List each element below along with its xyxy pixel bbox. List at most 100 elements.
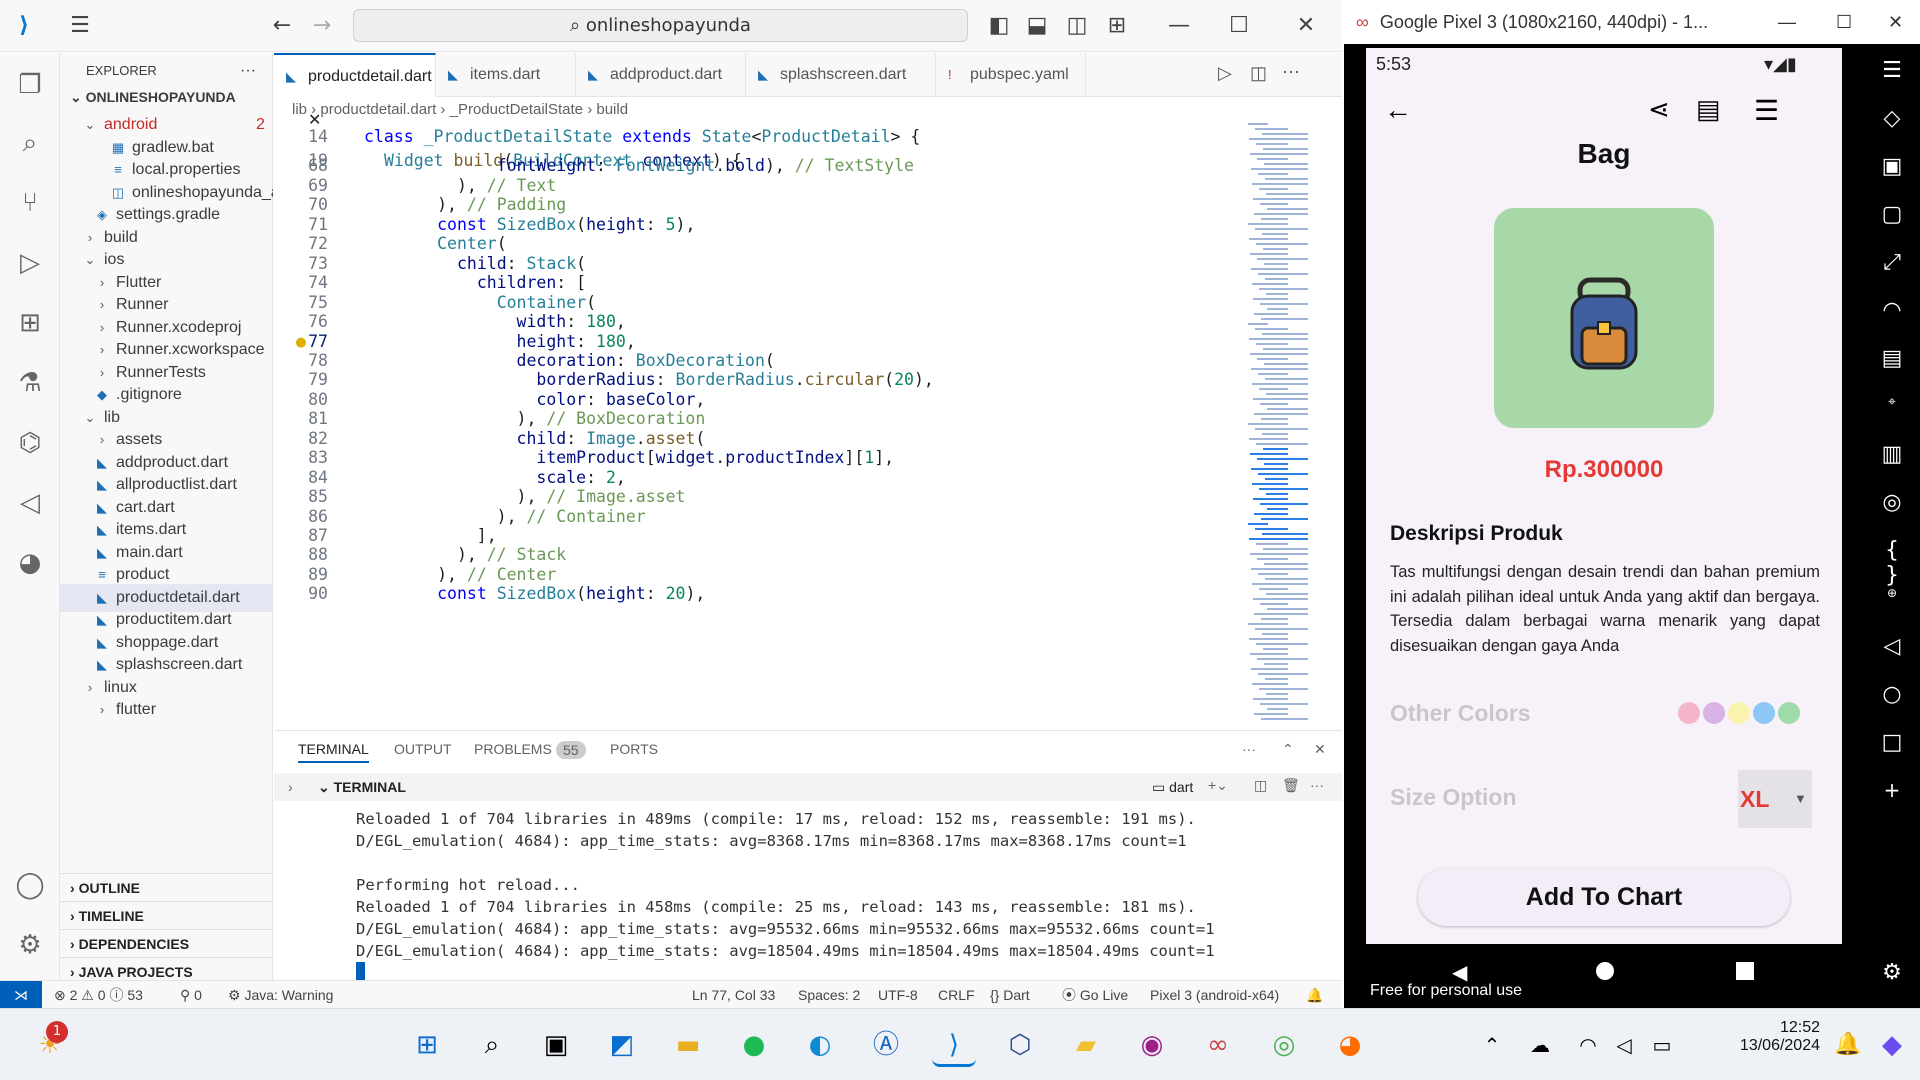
language-mode[interactable]: {} Dart (990, 981, 1030, 1009)
line-ending[interactable]: CRLF (938, 981, 975, 1009)
share-icon[interactable]: ⋖ (1648, 94, 1670, 125)
storage-icon[interactable]: ▤ (1878, 346, 1906, 371)
file-explorer-icon[interactable]: ▬ (666, 1023, 710, 1067)
code-editor[interactable]: 14 class _ProductDetailState extends Sta… (274, 123, 1234, 727)
python-icon[interactable]: ⌬ (10, 423, 50, 463)
panel-tab-ports[interactable]: PORTS (610, 741, 658, 757)
tab-addproduct[interactable]: ◣ addproduct.dart (576, 53, 746, 97)
code-icon[interactable]: { } (1878, 538, 1906, 588)
camera-icon[interactable]: ▣ (1878, 154, 1906, 179)
project-root[interactable]: ⌄ ONLINESHOPAYUNDA (70, 83, 283, 111)
tab-splashscreen[interactable]: ◣ splashscreen.dart (746, 53, 936, 97)
terminal-shell[interactable]: ▭ dart (1152, 779, 1193, 796)
expand-icon[interactable]: › (288, 779, 293, 795)
translator-icon[interactable]: Ⓐ (864, 1023, 908, 1067)
id-icon[interactable]: ▢ (1878, 202, 1906, 227)
edge-icon[interactable]: ◐ (798, 1023, 842, 1067)
forward-arrow-icon[interactable]: → (308, 12, 336, 40)
layout-icon[interactable]: ⊞ (1103, 12, 1131, 40)
new-terminal-icon[interactable]: +⌄ (1208, 777, 1228, 794)
color-swatch[interactable] (1728, 702, 1750, 724)
taskbar-clock[interactable]: 12:52 13/06/2024 (1700, 1019, 1820, 1055)
indentation[interactable]: Spaces: 2 (798, 981, 860, 1009)
encoding[interactable]: UTF-8 (878, 981, 918, 1009)
battery-icon[interactable]: ▭ (1640, 1023, 1684, 1067)
remote-icon[interactable]: ⋊ (0, 981, 42, 1009)
section-timeline[interactable]: › TIMELINE (60, 901, 273, 929)
menu-icon[interactable]: ☰ (66, 12, 94, 40)
chrome-icon[interactable]: ◎ (1262, 1023, 1306, 1067)
menu-icon[interactable]: ☰ (1878, 58, 1906, 83)
media-icon[interactable]: ▥ (1878, 442, 1906, 467)
tab-productdetail[interactable]: ◣ productdetail.dart ✕ (274, 53, 436, 129)
section-outline[interactable]: › OUTLINE (60, 873, 273, 901)
tab-pubspec[interactable]: ! pubspec.yaml (936, 53, 1086, 97)
terminal-output[interactable]: Reloaded 1 of 704 libraries in 489ms (co… (356, 808, 1215, 962)
recents-icon[interactable]: □ (1878, 730, 1906, 755)
color-swatch[interactable] (1703, 702, 1725, 724)
resize-icon[interactable]: ⤢ (1878, 250, 1906, 275)
open-gapps-icon[interactable]: ⊕ (1878, 586, 1906, 600)
cloud-icon[interactable]: ☁ (1518, 1023, 1562, 1067)
java-status[interactable]: ⚙ Java: Warning (228, 981, 333, 1009)
extensions-icon[interactable]: ⊞ (10, 303, 50, 343)
add-icon[interactable]: + (1878, 778, 1906, 802)
search-icon[interactable]: ⌕ (470, 1023, 514, 1067)
notifications-bell-icon[interactable]: 🔔 (1306, 981, 1323, 1009)
notes-icon[interactable]: ▰ (1064, 1023, 1108, 1067)
source-control-icon[interactable]: ⑂ (10, 183, 50, 223)
command-center-search[interactable]: ⌕ onlineshopayunda (353, 9, 968, 42)
nav-home-icon[interactable] (1596, 962, 1614, 980)
split-editor-icon[interactable]: ◫ (1250, 63, 1267, 84)
panel-tab-terminal[interactable]: TERMINAL (298, 741, 369, 763)
testing-icon[interactable]: ⚗ (10, 363, 50, 403)
panel-tab-output[interactable]: OUTPUT (394, 741, 452, 757)
tab-items[interactable]: ◣ items.dart (436, 53, 576, 97)
virtualbox-icon[interactable]: ⬡ (998, 1023, 1042, 1067)
genymotion-icon[interactable]: ∞ (1196, 1023, 1240, 1067)
split-terminal-icon[interactable]: ◫ (1254, 777, 1267, 794)
start-icon[interactable]: ⊞ (405, 1023, 449, 1067)
maximize-panel-icon[interactable]: ⌃ (1282, 741, 1294, 758)
maximize-icon[interactable]: ☐ (1836, 0, 1852, 44)
run-debug-icon[interactable]: ▷ (10, 243, 50, 283)
nav-recents-icon[interactable] (1736, 962, 1754, 980)
toggle-sidebar-icon[interactable]: ◧ (985, 12, 1013, 40)
explorer-icon[interactable]: ❐ (10, 65, 50, 105)
toggle-panel-icon[interactable]: ⬓ (1023, 12, 1051, 40)
gps-icon[interactable]: ⌖ (1878, 394, 1906, 410)
vscode-icon[interactable]: ⟩ (932, 1023, 976, 1067)
search-icon[interactable]: ⌕ (10, 123, 50, 163)
more-actions-icon[interactable]: ··· (1282, 61, 1300, 82)
app-icon[interactable]: ◉ (1130, 1023, 1174, 1067)
close-panel-icon[interactable]: ✕ (1314, 741, 1326, 758)
kill-terminal-icon[interactable]: 🗑 (1282, 777, 1300, 794)
back-arrow-icon[interactable]: ← (268, 12, 296, 40)
size-dropdown[interactable]: XL ▼ (1738, 770, 1812, 828)
minimap[interactable] (1240, 123, 1332, 727)
flutter-icon[interactable]: ◁ (10, 483, 50, 523)
toggle-secondary-sidebar-icon[interactable]: ◫ (1063, 12, 1091, 40)
copilot-icon[interactable]: ◆ (1870, 1023, 1914, 1067)
section-dependencies[interactable]: › DEPENDENCIES (60, 929, 273, 957)
go-live[interactable]: ⦿ Go Live (1062, 981, 1128, 1009)
tag-icon[interactable]: ◇ (1878, 106, 1906, 131)
nav-back-icon[interactable]: ◀ (1452, 960, 1467, 984)
close-icon[interactable]: ✕ (1888, 0, 1903, 44)
firefox-icon[interactable]: ◕ (1328, 1023, 1372, 1067)
minimize-icon[interactable]: — (1778, 0, 1796, 44)
maximize-icon[interactable]: ☐ (1225, 12, 1253, 40)
settings-gear-icon[interactable]: ⚙ (10, 925, 50, 965)
close-icon[interactable]: ✕ (1292, 12, 1320, 40)
panel-tab-problems[interactable]: PROBLEMS (474, 741, 552, 757)
menu-icon[interactable]: ☰ (1754, 94, 1779, 127)
notification-bell-icon[interactable]: 🔔 (1826, 1023, 1870, 1067)
more-actions-icon[interactable]: ··· (1242, 741, 1256, 757)
settings-gear-icon[interactable]: ⚙ (1878, 960, 1906, 985)
run-icon[interactable]: ▷ (1218, 63, 1232, 84)
lightbulb-icon[interactable]: ● (296, 332, 306, 351)
add-to-chart-button[interactable]: Add To Chart (1418, 868, 1790, 926)
more-actions-icon[interactable]: ··· (240, 57, 264, 85)
problems-status[interactable]: ⊗ 2 ⚠ 0 ⓘ 53 (54, 981, 143, 1009)
store-icon[interactable]: ◩ (600, 1023, 644, 1067)
